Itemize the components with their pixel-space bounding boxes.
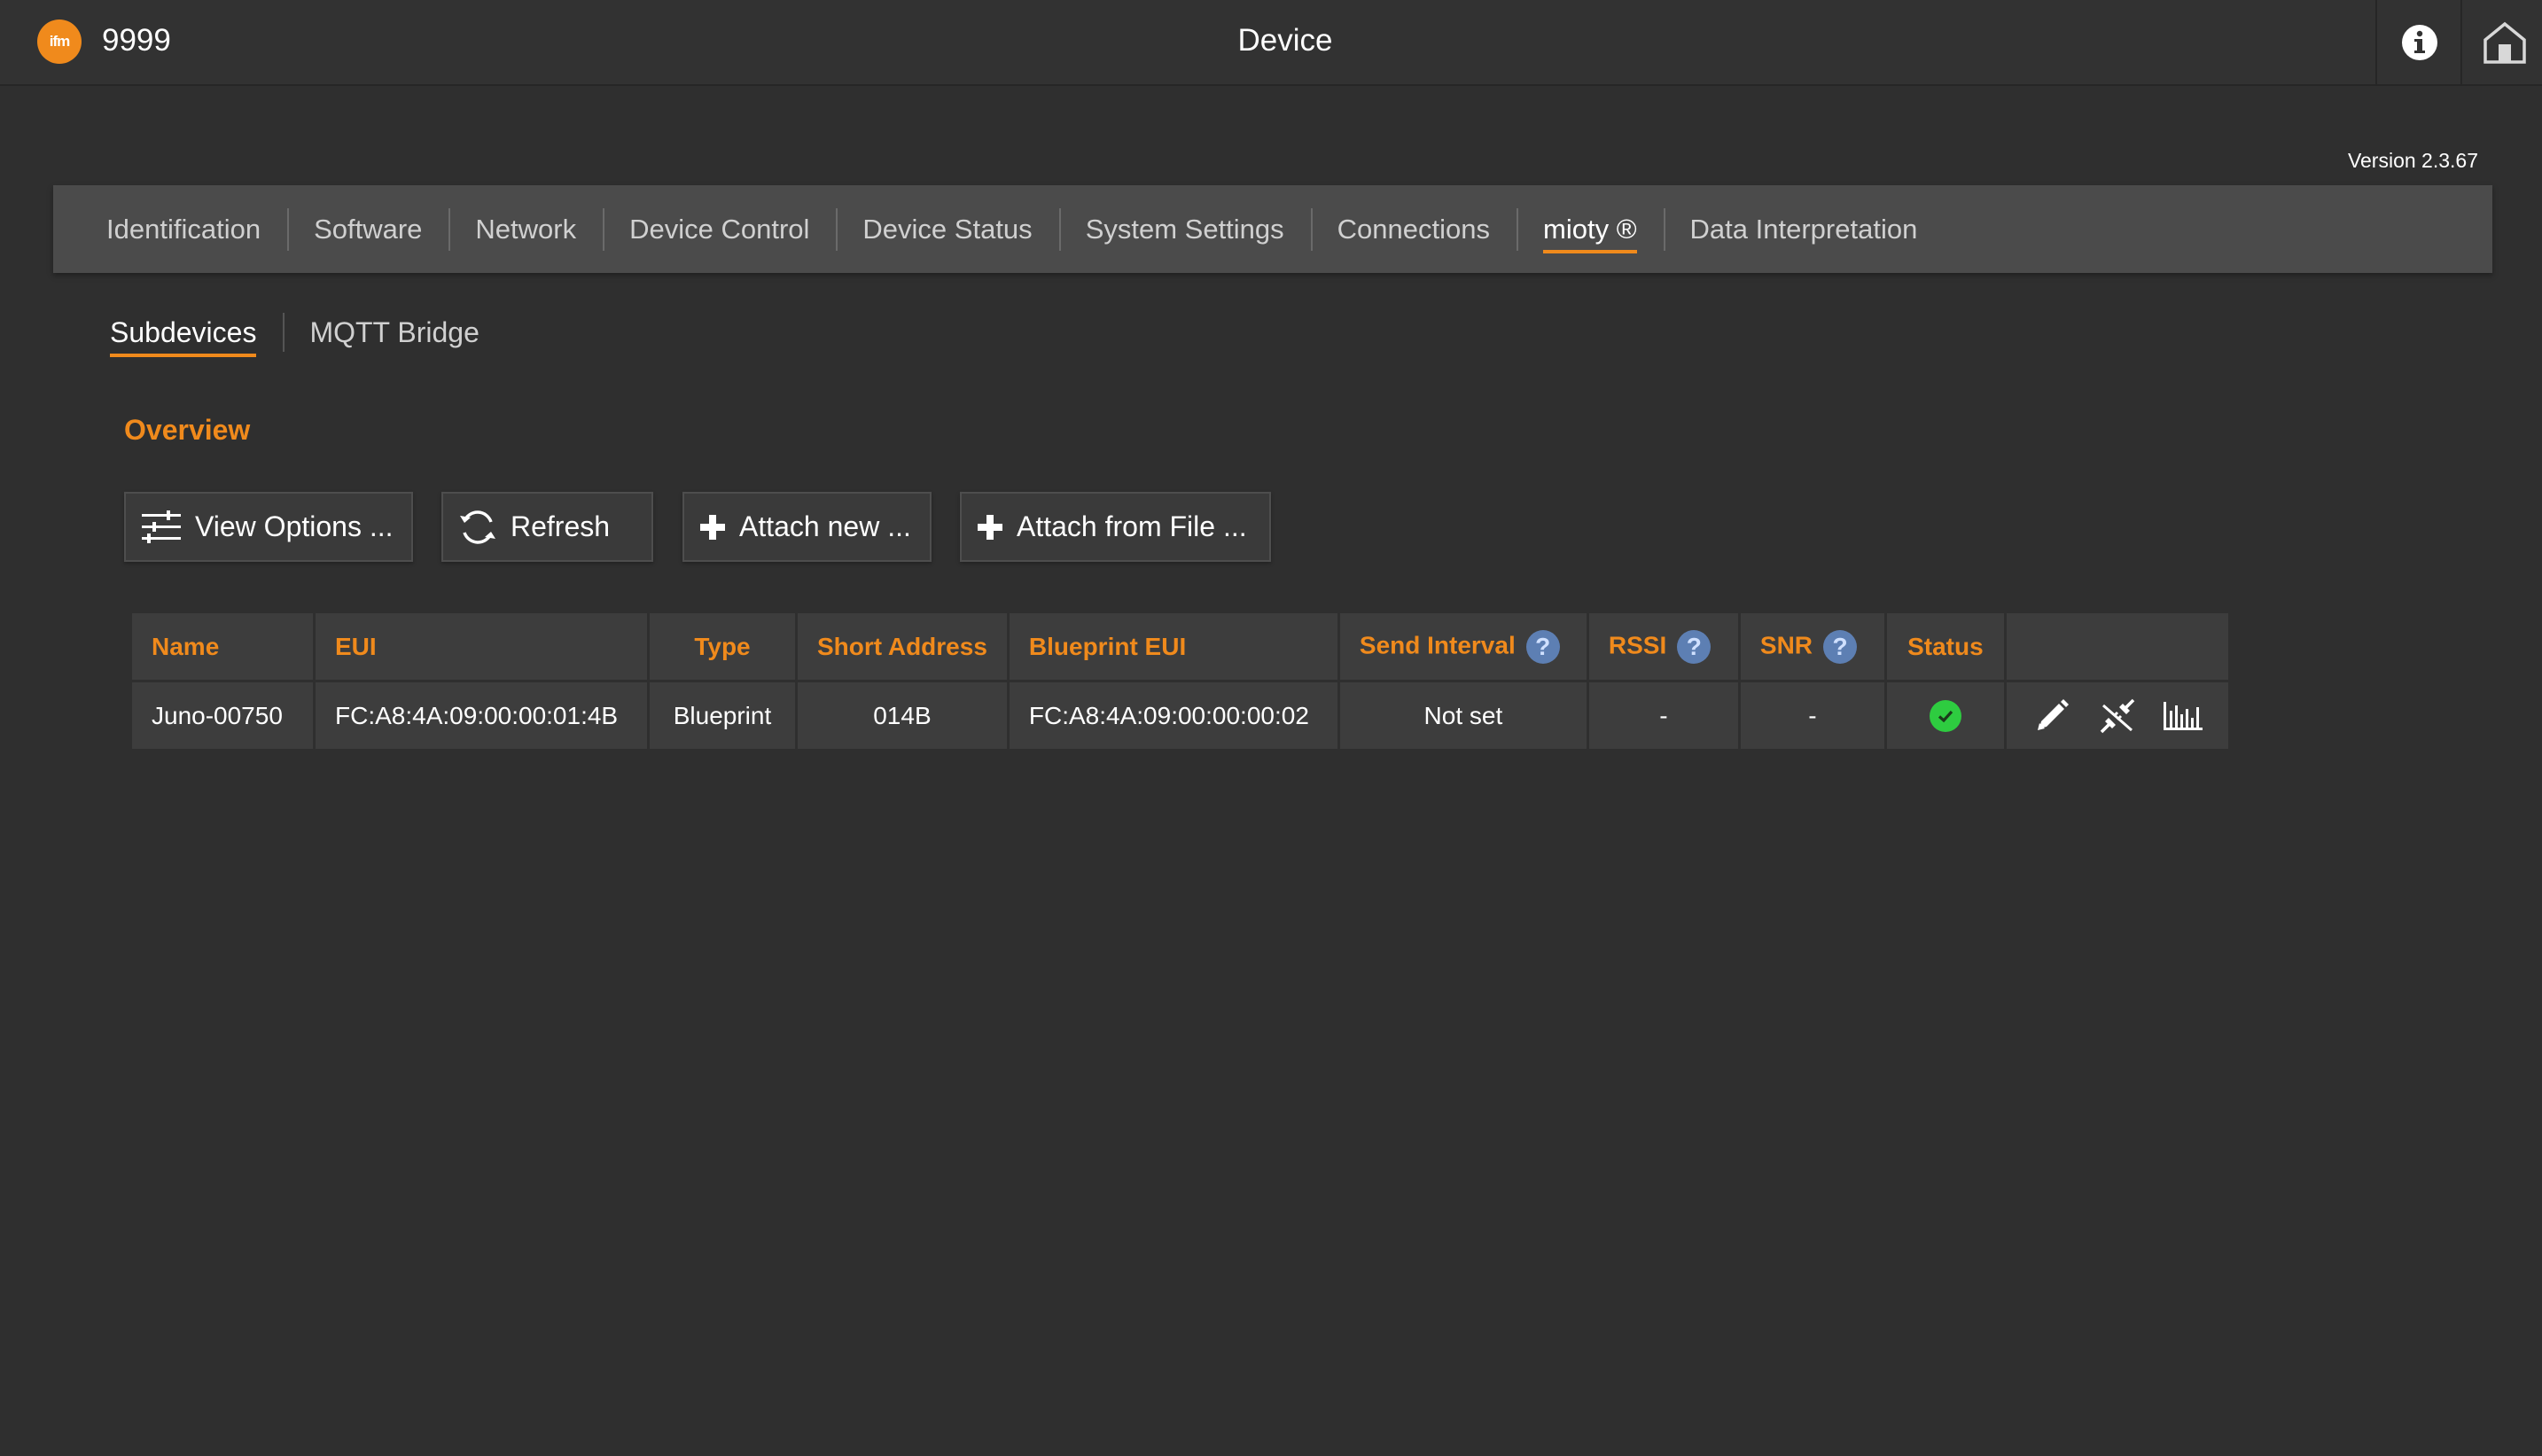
unplug-icon[interactable] [2095,694,2140,738]
column-header-type[interactable]: Type [650,613,795,680]
column-header-send-interval[interactable]: Send Interval? [1339,613,1587,680]
help-icon[interactable]: ? [1823,629,1858,664]
tab-system-settings[interactable]: System Settings [1058,206,1311,253]
cell-name: Juno-00750 [132,682,313,749]
tab-software[interactable]: Software [287,206,448,253]
attach-from-file-label: Attach from File ... [1017,510,1247,542]
page-title: Device [1237,23,1333,58]
view-options-button[interactable]: View Options ... [124,492,413,562]
tab-mioty[interactable]: mioty ® [1517,206,1664,253]
home-icon [2484,21,2526,64]
cell-send-interval: Not set [1339,682,1587,749]
tab-network[interactable]: Network [448,206,603,253]
cell-short-address: 014B [798,682,1007,749]
app-header: ifm 9999 Device [0,0,2542,86]
refresh-button[interactable]: Refresh [441,492,653,562]
tab-device-control[interactable]: Device Control [603,206,836,253]
tab-device-status[interactable]: Device Status [836,206,1058,253]
snr-header-label: SNR [1759,630,1813,658]
cell-eui: FC:A8:4A:09:00:00:01:4B [316,682,647,749]
plus-icon [698,513,727,541]
tab-identification[interactable]: Identification [80,206,287,253]
subtab-subdevices[interactable]: Subdevices [83,310,283,357]
column-header-eui[interactable]: EUI [316,613,647,680]
cell-rssi: - [1588,682,1738,749]
sub-tab-bar: Subdevices MQTT Bridge [83,310,506,357]
check-circle-icon [1929,699,1961,732]
main-tab-bar: Identification Software Network Device C… [53,185,2492,273]
refresh-icon [457,507,498,548]
subtab-mqtt-bridge[interactable]: MQTT Bridge [283,310,505,354]
column-header-rssi[interactable]: RSSI? [1588,613,1738,680]
column-header-name[interactable]: Name [132,613,313,680]
attach-new-button[interactable]: Attach new ... [682,492,932,562]
cell-status [1886,682,2004,749]
header-divider [2375,0,2377,84]
tab-connections[interactable]: Connections [1310,206,1517,253]
send-interval-header-label: Send Interval [1359,630,1516,658]
cell-blueprint-eui: FC:A8:4A:09:00:00:00:02 [1009,682,1337,749]
info-button[interactable] [2383,0,2456,84]
home-button[interactable] [2468,0,2541,84]
help-icon[interactable]: ? [1525,629,1560,664]
column-header-snr[interactable]: SNR? [1740,613,1884,680]
header-divider [2460,0,2462,84]
plus-icon [976,513,1004,541]
info-icon [2402,24,2437,60]
cell-snr: - [1740,682,1884,749]
column-header-actions [2006,613,2228,680]
help-icon[interactable]: ? [1677,629,1712,664]
subdevices-table: Name EUI Type Short Address Blueprint EU… [129,611,2231,751]
cell-actions [2006,682,2228,749]
tab-data-interpretation[interactable]: Data Interpretation [1663,206,1945,253]
attach-from-file-button[interactable]: Attach from File ... [960,492,1271,562]
column-header-status[interactable]: Status [1886,613,2004,680]
refresh-label: Refresh [511,510,611,542]
view-options-label: View Options ... [195,510,394,542]
attach-new-label: Attach new ... [739,510,911,542]
pencil-icon[interactable] [2030,694,2074,738]
column-header-blueprint-eui[interactable]: Blueprint EUI [1009,613,1337,680]
table-row[interactable]: Juno-00750 FC:A8:4A:09:00:00:01:4B Bluep… [132,682,2228,749]
column-header-short-address[interactable]: Short Address [798,613,1007,680]
rssi-header-label: RSSI [1608,630,1667,658]
sliders-icon [140,510,183,545]
section-title: Overview [124,414,251,446]
cell-type: Blueprint [650,682,795,749]
version-label: Version 2.3.67 [2347,149,2478,172]
bar-chart-icon[interactable] [2161,694,2205,738]
table-header-row: Name EUI Type Short Address Blueprint EU… [132,613,2228,680]
